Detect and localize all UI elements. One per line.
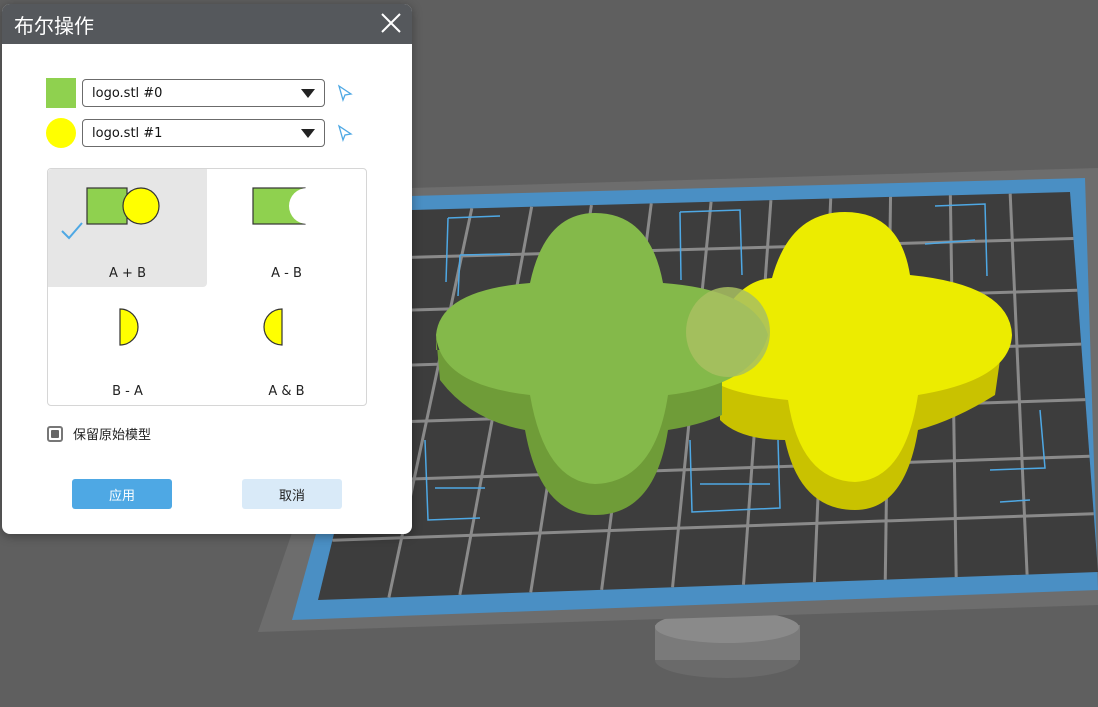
operation-subtract-a-b-label: A - B	[271, 266, 302, 281]
model-a-row: logo.stl #0	[46, 78, 353, 108]
intersect-icon	[263, 308, 283, 346]
model-a-select[interactable]: logo.stl #0	[82, 79, 325, 107]
operation-union[interactable]: A + B	[48, 169, 207, 287]
operation-union-label: A + B	[109, 266, 146, 281]
model-b-select[interactable]: logo.stl #1	[82, 119, 325, 147]
boolean-dialog: 布尔操作 logo.stl #0 logo.stl #1 A + B A - B…	[2, 4, 412, 534]
close-button[interactable]	[372, 4, 412, 44]
keep-original-label: 保留原始模型	[73, 428, 152, 443]
operation-intersect-label: A & B	[268, 384, 305, 399]
cancel-button[interactable]: 取消	[242, 479, 342, 509]
bed-pedestal	[655, 611, 800, 678]
dialog-title: 布尔操作	[14, 13, 94, 38]
pick-model-b-icon[interactable]	[337, 124, 353, 142]
check-icon	[61, 222, 83, 240]
model-b-color-swatch	[46, 118, 76, 148]
subtract-b-a-icon	[119, 308, 139, 346]
close-icon	[381, 13, 401, 33]
operation-subtract-b-a-label: B - A	[112, 384, 143, 399]
apply-button[interactable]: 应用	[72, 479, 172, 509]
operation-subtract-b-a[interactable]: B - A	[48, 287, 207, 405]
model-b-row: logo.stl #1	[46, 118, 353, 148]
operation-subtract-a-b[interactable]: A - B	[207, 169, 366, 287]
union-icon	[86, 187, 160, 225]
model-b-select-value: logo.stl #1	[92, 125, 163, 141]
keep-original-checkbox[interactable]	[47, 425, 63, 442]
dialog-titlebar: 布尔操作	[2, 4, 412, 44]
operation-intersect[interactable]: A & B	[207, 287, 366, 405]
pick-model-a-icon[interactable]	[337, 84, 353, 102]
chevron-down-icon	[301, 128, 315, 138]
operation-grid: A + B A - B B - A A & B	[47, 168, 367, 406]
chevron-down-icon	[301, 88, 315, 98]
model-a-select-value: logo.stl #0	[92, 85, 163, 101]
model-a-color-swatch	[46, 78, 76, 108]
keep-original-option[interactable]: 保留原始模型	[47, 424, 151, 443]
subtract-a-b-icon	[252, 187, 325, 225]
